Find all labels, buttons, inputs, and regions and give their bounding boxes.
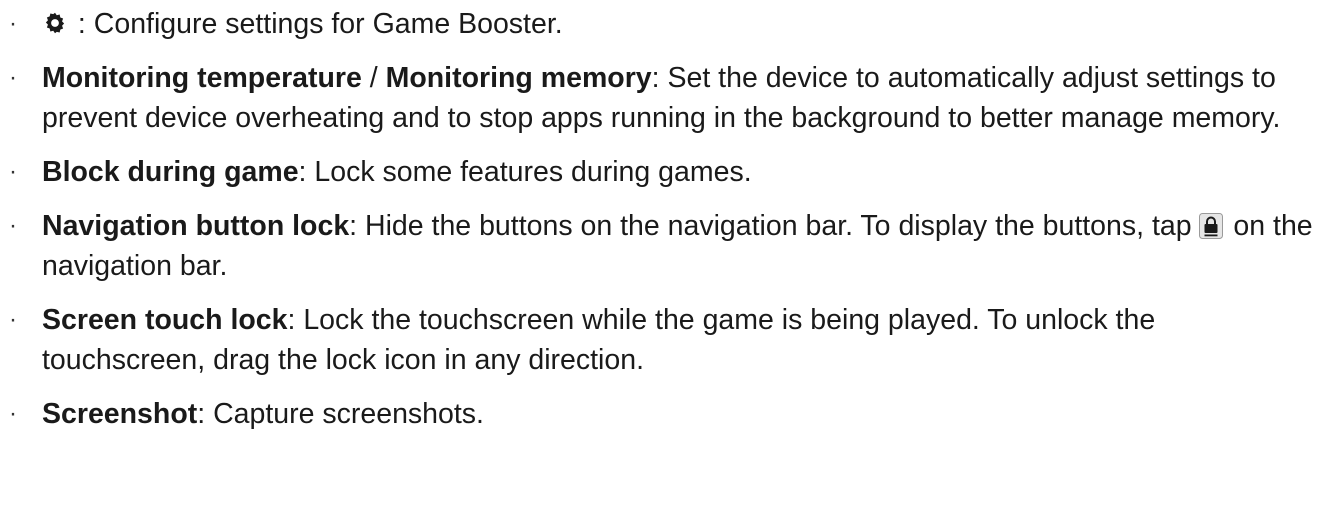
term-block-during-game: Block during game (42, 156, 299, 188)
bullet: · (9, 306, 17, 333)
bullet: · (9, 158, 17, 185)
list-item-navigation-button-lock: · Navigation button lock: Hide the butto… (0, 206, 1322, 286)
item-text-before: : Hide the buttons on the navigation bar… (349, 210, 1200, 242)
term-separator: / (361, 62, 386, 94)
bullet: · (9, 64, 17, 91)
bullet-list: · : Configure settings for Game Booster.… (0, 4, 1322, 448)
term-monitoring-memory: Monitoring memory (385, 62, 652, 94)
item-text: : Capture screenshots. (197, 398, 484, 430)
item-text: : Lock some features during games. (298, 156, 752, 188)
term-screen-touch-lock: Screen touch lock (42, 304, 288, 336)
item-text: : Configure settings for Game Booster. (77, 8, 563, 40)
bullet: · (9, 400, 17, 427)
list-item-settings: · : Configure settings for Game Booster. (0, 4, 1322, 44)
lock-icon (1199, 210, 1225, 242)
list-item-screenshot: · Screenshot: Capture screenshots. (0, 394, 1322, 434)
list-item-screen-touch-lock: · Screen touch lock: Lock the touchscree… (0, 300, 1322, 380)
list-item-block-during-game: · Block during game: Lock some features … (0, 152, 1322, 192)
bullet: · (9, 212, 17, 239)
gear-icon (42, 8, 78, 40)
list-item-monitoring: · Monitoring temperature / Monitoring me… (0, 58, 1322, 138)
term-screenshot: Screenshot (42, 398, 198, 430)
term-monitoring-temperature: Monitoring temperature (42, 62, 362, 94)
document-page: · : Configure settings for Game Booster.… (0, 0, 1322, 530)
term-navigation-button-lock: Navigation button lock (42, 210, 350, 242)
bullet: · (9, 10, 17, 37)
